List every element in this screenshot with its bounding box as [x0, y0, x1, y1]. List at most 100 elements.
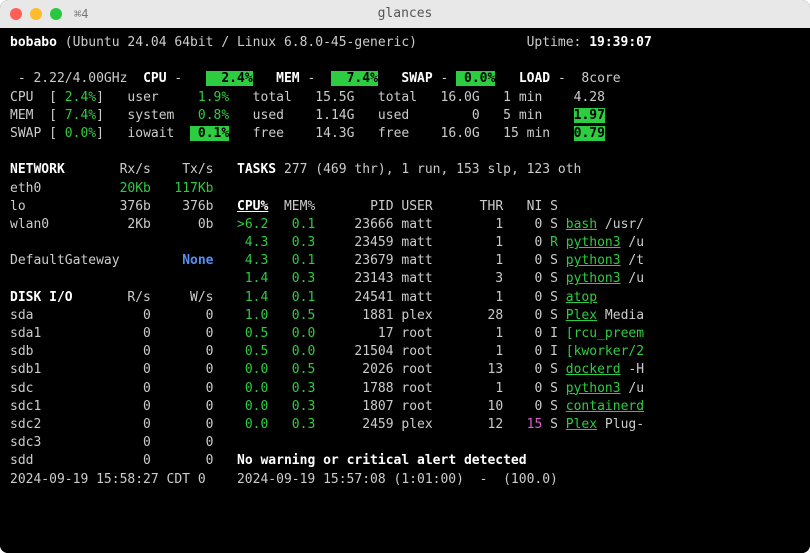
proc-s: S	[550, 362, 558, 377]
proc-cpu: 0.0	[237, 381, 268, 396]
proc-cpu: >6.2	[237, 217, 268, 232]
disk-title: DISK I/O	[10, 290, 104, 305]
minimize-icon[interactable]	[30, 8, 42, 20]
close-icon[interactable]	[10, 8, 22, 20]
cpu-section-label: CPU	[143, 71, 166, 86]
proc-ni: 0	[503, 381, 542, 396]
disk-w: 0	[151, 435, 214, 450]
proc-hdr-mem: MEM%	[284, 199, 315, 214]
default-gw-val: None	[151, 253, 214, 268]
proc-ni: 15	[503, 417, 542, 432]
proc-thr: 1	[464, 290, 503, 305]
disk-name: sdb1	[10, 362, 104, 377]
proc-cpu: 4.3	[237, 253, 268, 268]
proc-cmd-tail: /u	[621, 381, 644, 396]
disk-r: 0	[104, 399, 151, 414]
disk-r: 0	[104, 453, 151, 468]
os-info: (Ubuntu 24.04 64bit / Linux 6.8.0-45-gen…	[65, 35, 417, 50]
proc-mem: 0.3	[284, 381, 315, 396]
proc-cmd: python3	[566, 253, 621, 268]
proc-cmd-tail: -H	[621, 362, 644, 377]
net-iface: wlan0	[10, 217, 104, 232]
proc-thr: 10	[464, 399, 503, 414]
proc-hdr-cpu: CPU%	[237, 199, 268, 214]
net-tx: 376b	[151, 199, 214, 214]
mini-row-label: MEM	[10, 108, 49, 123]
disk-r: 0	[104, 326, 151, 341]
proc-pid: 23459	[315, 235, 393, 250]
proc-ni: 0	[503, 326, 542, 341]
proc-pid: 23666	[315, 217, 393, 232]
tx-header: Tx/s	[151, 162, 214, 177]
proc-user: root	[401, 326, 464, 341]
disk-w: 0	[151, 362, 214, 377]
proc-thr: 13	[464, 362, 503, 377]
footer-left: 2024-09-19 15:58:27 CDT	[10, 472, 190, 487]
proc-ni: 0	[503, 253, 542, 268]
mem-pct: 7.4%	[331, 71, 378, 86]
net-rx: 376b	[104, 199, 151, 214]
proc-mem: 0.1	[284, 290, 315, 305]
titlebar: ⌘4 glances	[0, 0, 810, 28]
swap-sub-val: 16.0G	[441, 90, 480, 105]
proc-user: matt	[401, 290, 464, 305]
proc-cmd: bash	[566, 217, 597, 232]
load-sub-label: 5 min	[503, 108, 558, 123]
tasks-summary: 277 (469 thr), 1 run, 153 slp, 123 oth	[284, 162, 581, 177]
disk-name: sdb	[10, 344, 104, 359]
disk-w: 0	[151, 399, 214, 414]
proc-cmd-tail: /t	[621, 253, 644, 268]
network-title: NETWORK	[10, 162, 104, 177]
proc-cpu: 1.0	[237, 308, 268, 323]
proc-s: S	[550, 399, 558, 414]
terminal-content[interactable]: bobabo (Ubuntu 24.04 64bit / Linux 6.8.0…	[0, 28, 810, 553]
proc-hdr-user: USER	[401, 199, 464, 214]
mem-sub-label: free	[253, 126, 300, 141]
cpu-sub-val: 0.1%	[190, 126, 229, 141]
load-section-label: LOAD	[519, 71, 550, 86]
proc-user: matt	[401, 217, 464, 232]
disk-w: 0	[151, 326, 214, 341]
proc-pid: 21504	[315, 344, 393, 359]
disk-w-header: W/s	[151, 290, 214, 305]
disk-r: 0	[104, 417, 151, 432]
proc-pid: 1881	[315, 308, 393, 323]
load-sub-label: 1 min	[503, 90, 558, 105]
load-sub-val: 4.28	[574, 90, 605, 105]
proc-cmd: python3	[566, 235, 621, 250]
proc-thr: 1	[464, 381, 503, 396]
net-rx: 2Kb	[104, 217, 151, 232]
net-iface: eth0	[10, 181, 104, 196]
mini-row-val: 0.0%	[65, 126, 96, 141]
disk-r: 0	[104, 308, 151, 323]
proc-s: S	[550, 253, 558, 268]
proc-cpu: 0.5	[237, 344, 268, 359]
proc-cmd-tail: /usr/	[597, 217, 644, 232]
zoom-icon[interactable]	[50, 8, 62, 20]
disk-name: sda1	[10, 326, 104, 341]
proc-mem: 0.3	[284, 417, 315, 432]
proc-cmd-tail: Media	[597, 308, 644, 323]
proc-ni: 0	[503, 235, 542, 250]
proc-cmd: python3	[566, 381, 621, 396]
terminal-window: ⌘4 glances bobabo (Ubuntu 24.04 64bit / …	[0, 0, 810, 553]
proc-mem: 0.3	[284, 235, 315, 250]
proc-cmd-tail: /u	[621, 235, 644, 250]
swap-sub-label: used	[378, 108, 425, 123]
load-sub-val: 0.79	[574, 126, 605, 141]
proc-thr: 12	[464, 417, 503, 432]
proc-cmd: python3	[566, 271, 621, 286]
proc-s: S	[550, 381, 558, 396]
mini-row-label: CPU	[10, 90, 49, 105]
proc-mem: 0.1	[284, 253, 315, 268]
proc-pid: 2026	[315, 362, 393, 377]
rx-header: Rx/s	[104, 162, 151, 177]
proc-s: S	[550, 417, 558, 432]
disk-r: 0	[104, 362, 151, 377]
proc-user: matt	[401, 271, 464, 286]
proc-ni: 0	[503, 362, 542, 377]
proc-pid: 1807	[315, 399, 393, 414]
net-tx: 0b	[151, 217, 214, 232]
swap-sub-val: 16.0G	[441, 126, 480, 141]
cpu-freq: - 2.22/4.00GHz	[10, 71, 143, 86]
